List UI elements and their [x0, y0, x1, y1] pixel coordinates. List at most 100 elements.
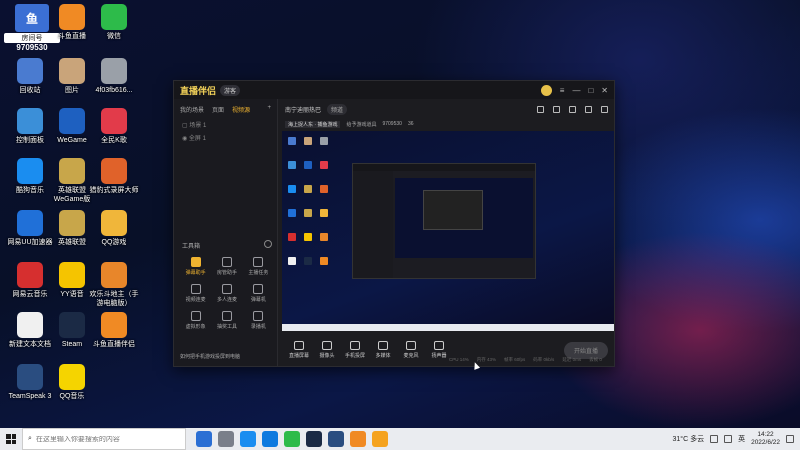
preview-desktop-icon [288, 257, 296, 265]
douyu-logo-icon: 鱼 [15, 4, 49, 32]
tool-item[interactable]: 视频连麦 [180, 284, 211, 303]
time: 14:22 [757, 431, 774, 438]
taskbar-app-icon[interactable] [328, 431, 344, 447]
maximize-icon[interactable]: □ [588, 86, 593, 95]
search-input[interactable] [35, 435, 146, 443]
desktop-icon[interactable]: 欢乐斗地主（手游电脑版） [88, 262, 140, 308]
layout-icon[interactable] [569, 105, 576, 113]
media-button[interactable]: 多媒体 [369, 341, 397, 359]
status-item: 延迟 0ms [562, 357, 582, 362]
preview-desktop-icon [304, 161, 312, 169]
taskbar-app-icon[interactable] [218, 431, 234, 447]
scene-panel: 我的场景 页面 视频源 + ▢ 场景 1 ◉ 全屏 1 工具箱 弹幕助手 房管助手… [174, 99, 278, 366]
tool-icon [253, 257, 264, 267]
desktop-icon-label: 猎豹式录屏大师 [89, 187, 139, 194]
taskbar-app-icon[interactable] [284, 431, 300, 447]
tool-item[interactable]: 弹幕机 [243, 284, 274, 303]
settings-icon[interactable] [601, 105, 608, 113]
taskbar-app-icon[interactable] [240, 431, 256, 447]
search-box[interactable]: ⌕ [22, 428, 186, 450]
taskbar-app-icon[interactable] [350, 431, 366, 447]
control-label: 多媒体 [375, 353, 391, 359]
control-panel-icon [17, 108, 43, 134]
start-live-button[interactable]: 开始直播 [563, 341, 608, 359]
tool-icon [221, 311, 232, 321]
preview-desktop-icon [288, 161, 296, 169]
taskbar-app-icon[interactable] [306, 431, 322, 447]
share-icon[interactable] [537, 105, 544, 113]
tab-pages[interactable]: 页面 [212, 105, 224, 114]
tool-item[interactable]: 主播任务 [243, 257, 274, 276]
lock-icon[interactable] [553, 105, 560, 113]
app-titlebar: 直播伴侣 游客 ≡ — □ ✕ [174, 81, 614, 99]
tool-item[interactable]: 弹幕助手 [180, 257, 211, 276]
scene-item[interactable]: ◉ 全屏 1 [174, 131, 277, 144]
weather[interactable]: 31°C 多云 [672, 434, 704, 444]
lol-icon [59, 158, 85, 184]
desktop-icon-label: 4f03fb616... [95, 87, 133, 94]
qq-game-icon [101, 210, 127, 236]
phone-cast-button[interactable]: 手机投屏 [341, 341, 369, 359]
netease-music-icon [17, 262, 43, 288]
ime-indicator[interactable]: 英 [738, 434, 745, 444]
kugou-icon [17, 158, 43, 184]
desktop-icon[interactable]: 全民K歌 [88, 108, 140, 145]
tool-item[interactable]: 多人连麦 [211, 284, 242, 303]
channel-badge[interactable]: 频道 [327, 103, 348, 115]
toolbox-settings-icon[interactable] [264, 240, 272, 248]
volume-icon[interactable] [724, 435, 733, 443]
steam-icon [59, 312, 85, 338]
desktop-icon[interactable]: 微信 [88, 4, 140, 41]
desktop-icon[interactable]: 斗鱼直播伴侣 [88, 312, 140, 349]
main-area: 南宁迪丽热巴 频道 海上捉人东 · 捕鱼游戏 给予游戏道具 9709530 36 [279, 99, 614, 366]
camera-button[interactable]: 摄像头 [313, 341, 341, 359]
desktop-icon[interactable]: 4f03fb616... [88, 58, 140, 95]
image-file-icon [101, 58, 127, 84]
tool-item[interactable]: 房管助手 [211, 257, 242, 276]
scene-item-label: 场景 1 [189, 123, 207, 129]
tool-item[interactable]: 虚拟形象 [180, 311, 211, 330]
taskbar-app-icon[interactable] [262, 431, 278, 447]
clock[interactable]: 14:22 2022/6/22 [751, 431, 780, 447]
tab-my-scenes[interactable]: 我的场景 [180, 105, 204, 114]
screen-capture-button[interactable]: 直播屏幕 [285, 341, 313, 359]
yy-icon [59, 262, 85, 288]
bell-icon[interactable] [585, 105, 592, 113]
preview-desktop-icon [320, 257, 328, 265]
search-icon: ⌕ [28, 435, 32, 442]
guest-badge[interactable]: 游客 [220, 84, 241, 96]
help-link[interactable]: 如何把手机游戏投屏到电脑 [180, 353, 240, 360]
notification-icon[interactable] [786, 435, 794, 443]
tool-label: 弹幕机 [250, 297, 266, 303]
network-icon[interactable] [710, 435, 719, 443]
add-icon[interactable]: + [267, 105, 271, 114]
room-id: 9709530 [382, 121, 402, 127]
desktop-icon[interactable]: QQ音乐 [46, 364, 98, 401]
preview-desktop-icon [304, 209, 312, 217]
screen-icon [294, 341, 304, 350]
start-button[interactable] [0, 434, 22, 444]
tool-item[interactable]: 抽奖工具 [211, 311, 242, 330]
preview-desktop-icon [304, 257, 312, 265]
mic-icon [406, 341, 416, 350]
menu-icon[interactable]: ≡ [560, 86, 565, 95]
tool-item[interactable]: 录播机 [243, 311, 274, 330]
desktop-icon[interactable]: 猎豹式录屏大师 [88, 158, 140, 195]
status-item: 内存 43% [476, 357, 497, 362]
desktop-icon[interactable]: QQ游戏 [88, 210, 140, 247]
tool-icon [190, 257, 201, 267]
minimize-icon[interactable]: — [572, 86, 580, 95]
toolbox-grid: 弹幕助手 房管助手 主播任务视频连麦 多人连麦 弹幕机虚拟形象 抽奖工具 录播机 [180, 257, 274, 330]
avatar[interactable] [540, 84, 552, 96]
taskbar-app-icon[interactable] [196, 431, 212, 447]
stream-preview[interactable] [282, 131, 614, 331]
scene-item[interactable]: ▢ 场景 1 [174, 118, 277, 131]
game-category[interactable]: 海上捉人东 · 捕鱼游戏 [285, 120, 341, 128]
camera-icon [322, 341, 332, 350]
text-file-icon [17, 312, 43, 338]
taskbar-app-icon[interactable] [372, 431, 388, 447]
microphone-button[interactable]: 麦克风 [397, 341, 425, 359]
desktop-icon-label: QQ游戏 [101, 239, 127, 246]
tab-video-source[interactable]: 视频源 [232, 105, 250, 114]
close-icon[interactable]: ✕ [601, 86, 608, 95]
